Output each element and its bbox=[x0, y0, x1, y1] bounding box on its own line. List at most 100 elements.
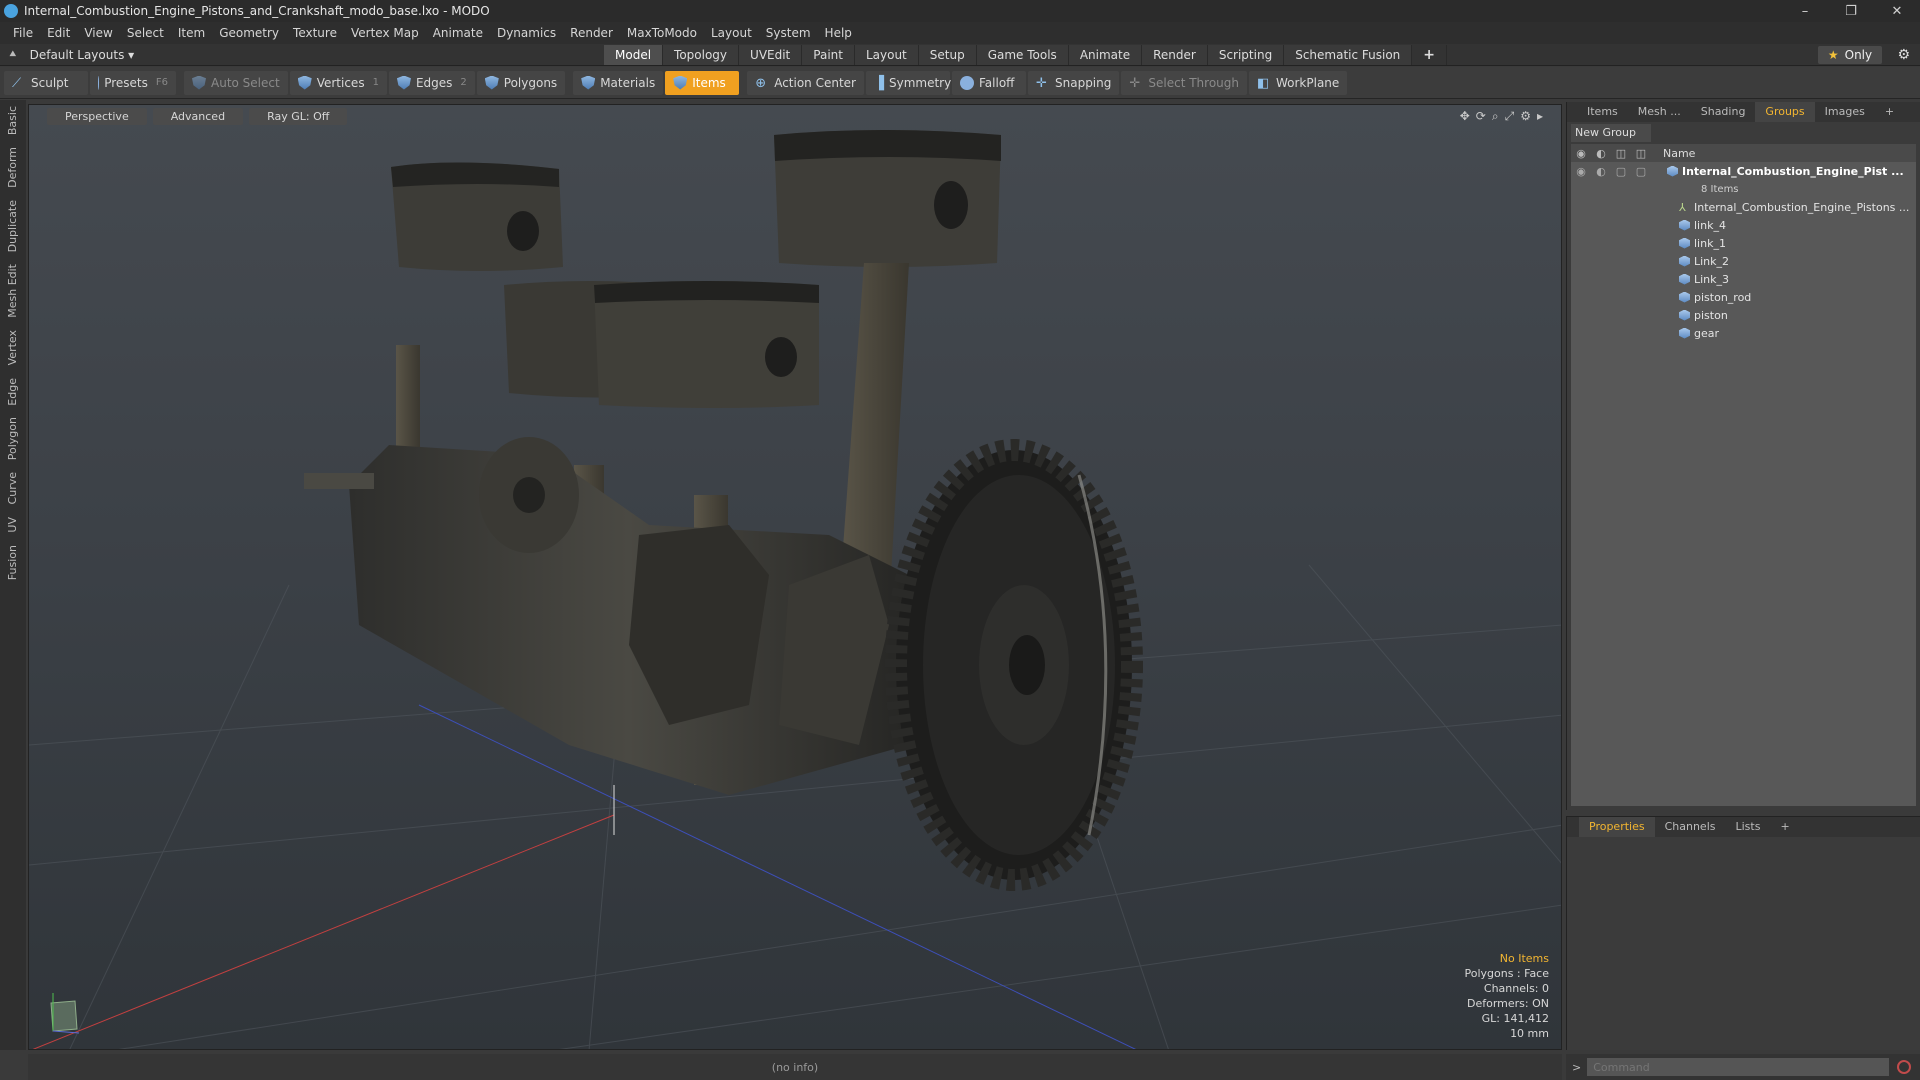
list-item[interactable]: link_1 bbox=[1571, 234, 1916, 252]
tab-mesh[interactable]: Mesh ... bbox=[1628, 102, 1691, 122]
left-tab-fusion[interactable]: Fusion bbox=[6, 539, 19, 586]
restore-button[interactable]: ❐ bbox=[1828, 0, 1874, 22]
zoom-icon[interactable]: ⌕ bbox=[1492, 109, 1499, 124]
add-tab-icon[interactable]: + bbox=[1412, 45, 1448, 65]
left-tab-curve[interactable]: Curve bbox=[6, 466, 19, 510]
sculpt-button[interactable]: ⟋ Sculpt bbox=[4, 70, 88, 95]
pan-icon[interactable]: ✥ bbox=[1460, 109, 1470, 124]
tab-uvedit[interactable]: UVEdit bbox=[739, 45, 803, 65]
tab-animate[interactable]: Animate bbox=[1068, 45, 1143, 65]
menu-item[interactable]: Item bbox=[171, 26, 212, 40]
symmetry-button[interactable]: ▐ Symmetry bbox=[866, 70, 951, 95]
select-through-icon: ✛ bbox=[1129, 75, 1141, 91]
menu-dynamics[interactable]: Dynamics bbox=[490, 26, 563, 40]
render-toggle-icon[interactable]: ◐ bbox=[1591, 165, 1611, 178]
polygons-button[interactable]: Polygons bbox=[476, 70, 566, 95]
gear-icon[interactable]: ⚙ bbox=[1897, 47, 1910, 63]
visibility-column-icon[interactable]: ◉ bbox=[1571, 147, 1591, 160]
left-tab-duplicate[interactable]: Duplicate bbox=[6, 194, 19, 258]
vertices-button[interactable]: Vertices 1 bbox=[289, 70, 387, 95]
menu-system[interactable]: System bbox=[759, 26, 818, 40]
tab-channels[interactable]: Channels bbox=[1655, 817, 1726, 837]
shading-mode-button[interactable]: Advanced bbox=[152, 107, 244, 125]
workplane-button[interactable]: ◧ WorkPlane bbox=[1248, 70, 1348, 95]
raygl-button[interactable]: Ray GL: Off bbox=[249, 107, 348, 125]
list-item[interactable]: gear bbox=[1571, 324, 1916, 342]
menu-geometry[interactable]: Geometry bbox=[212, 26, 286, 40]
edges-button[interactable]: Edges 2 bbox=[388, 70, 475, 95]
rotate-icon[interactable]: ⟳ bbox=[1476, 109, 1486, 124]
tab-game-tools[interactable]: Game Tools bbox=[976, 45, 1069, 65]
tab-groups[interactable]: Groups bbox=[1755, 102, 1815, 122]
tab-topology[interactable]: Topology bbox=[663, 45, 740, 65]
menu-select[interactable]: Select bbox=[120, 26, 171, 40]
falloff-button[interactable]: Falloff bbox=[952, 70, 1026, 95]
menu-view[interactable]: View bbox=[77, 26, 119, 40]
fit-icon[interactable]: ⤢ bbox=[1505, 109, 1515, 124]
action-center-button[interactable]: ⊕ Action Center bbox=[747, 70, 864, 95]
lock-toggle-icon[interactable]: ▢ bbox=[1611, 165, 1631, 178]
collapse-up-icon[interactable]: ⯅ bbox=[8, 47, 18, 62]
select-column-icon[interactable]: ◫ bbox=[1631, 147, 1651, 160]
list-item[interactable]: Link_2 bbox=[1571, 252, 1916, 270]
menu-edit[interactable]: Edit bbox=[40, 26, 77, 40]
left-tab-basic[interactable]: Basic bbox=[6, 100, 19, 141]
add-panel-tab-icon[interactable]: + bbox=[1875, 102, 1904, 122]
visibility-eye-icon[interactable]: ◉ bbox=[1571, 165, 1591, 178]
view-mode-button[interactable]: Perspective bbox=[47, 107, 147, 125]
items-button[interactable]: Items bbox=[665, 70, 740, 95]
list-item[interactable]: piston_rod bbox=[1571, 288, 1916, 306]
3d-viewport[interactable]: Perspective Advanced Ray GL: Off ✥ ⟳ ⌕ ⤢… bbox=[28, 104, 1562, 1050]
list-item[interactable]: ◉ ◐ ▢ ▢ Internal_Combustion_Engine_Pist … bbox=[1571, 162, 1916, 180]
minimize-button[interactable]: – bbox=[1782, 0, 1828, 22]
list-item[interactable]: Link_3 bbox=[1571, 270, 1916, 288]
menu-help[interactable]: Help bbox=[818, 26, 859, 40]
list-item[interactable]: link_4 bbox=[1571, 216, 1916, 234]
viewport-gear-icon[interactable]: ⚙ bbox=[1520, 109, 1531, 124]
menu-texture[interactable]: Texture bbox=[286, 26, 344, 40]
snapping-button[interactable]: ✛ Snapping bbox=[1028, 70, 1120, 95]
tab-shading[interactable]: Shading bbox=[1691, 102, 1756, 122]
tab-images[interactable]: Images bbox=[1815, 102, 1875, 122]
tab-paint[interactable]: Paint bbox=[802, 45, 855, 65]
select-through-button[interactable]: ✛ Select Through bbox=[1121, 70, 1247, 95]
left-tab-mesh-edit[interactable]: Mesh Edit bbox=[6, 258, 19, 324]
left-tab-vertex[interactable]: Vertex bbox=[6, 324, 19, 371]
command-input[interactable] bbox=[1587, 1058, 1890, 1076]
record-macro-icon[interactable] bbox=[1897, 1060, 1912, 1074]
menu-render[interactable]: Render bbox=[563, 26, 620, 40]
select-toggle-icon[interactable]: ▢ bbox=[1631, 165, 1651, 178]
left-tab-polygon[interactable]: Polygon bbox=[6, 411, 19, 466]
auto-select-button[interactable]: Auto Select bbox=[184, 70, 288, 95]
tab-render[interactable]: Render bbox=[1142, 45, 1208, 65]
presets-button[interactable]: Presets F6 bbox=[90, 70, 176, 95]
new-group-button[interactable]: New Group bbox=[1571, 124, 1651, 142]
expand-arrow-icon[interactable]: ▸ bbox=[1537, 109, 1543, 124]
tab-properties[interactable]: Properties bbox=[1579, 817, 1655, 837]
tab-setup[interactable]: Setup bbox=[918, 45, 977, 65]
tab-schematic-fusion[interactable]: Schematic Fusion bbox=[1284, 45, 1413, 65]
layouts-dropdown[interactable]: ⯅ Default Layouts ▾ bbox=[8, 47, 134, 62]
menu-file[interactable]: File bbox=[6, 26, 40, 40]
menu-layout[interactable]: Layout bbox=[704, 26, 759, 40]
left-tab-deform[interactable]: Deform bbox=[6, 141, 19, 194]
tab-model[interactable]: Model bbox=[604, 45, 664, 65]
render-column-icon[interactable]: ◐ bbox=[1591, 147, 1611, 160]
tab-layout[interactable]: Layout bbox=[854, 45, 919, 65]
add-properties-tab-icon[interactable]: + bbox=[1770, 817, 1799, 837]
menu-maxtomodo[interactable]: MaxToModo bbox=[620, 26, 704, 40]
lock-column-icon[interactable]: ◫ bbox=[1611, 147, 1631, 160]
menu-vertex-map[interactable]: Vertex Map bbox=[344, 26, 426, 40]
materials-button[interactable]: Materials bbox=[573, 70, 664, 95]
only-toggle[interactable]: ★ Only bbox=[1818, 46, 1882, 64]
close-button[interactable]: ✕ bbox=[1874, 0, 1920, 22]
tab-items[interactable]: Items bbox=[1577, 102, 1628, 122]
tab-scripting[interactable]: Scripting bbox=[1207, 45, 1285, 65]
left-tab-uv[interactable]: UV bbox=[6, 511, 19, 539]
tab-lists[interactable]: Lists bbox=[1726, 817, 1771, 837]
list-item[interactable]: piston bbox=[1571, 306, 1916, 324]
left-tab-edge[interactable]: Edge bbox=[6, 372, 19, 412]
menu-animate[interactable]: Animate bbox=[426, 26, 490, 40]
name-column-header[interactable]: Name bbox=[1663, 147, 1695, 160]
list-item[interactable]: ⅄ Internal_Combustion_Engine_Pistons ... bbox=[1571, 198, 1916, 216]
